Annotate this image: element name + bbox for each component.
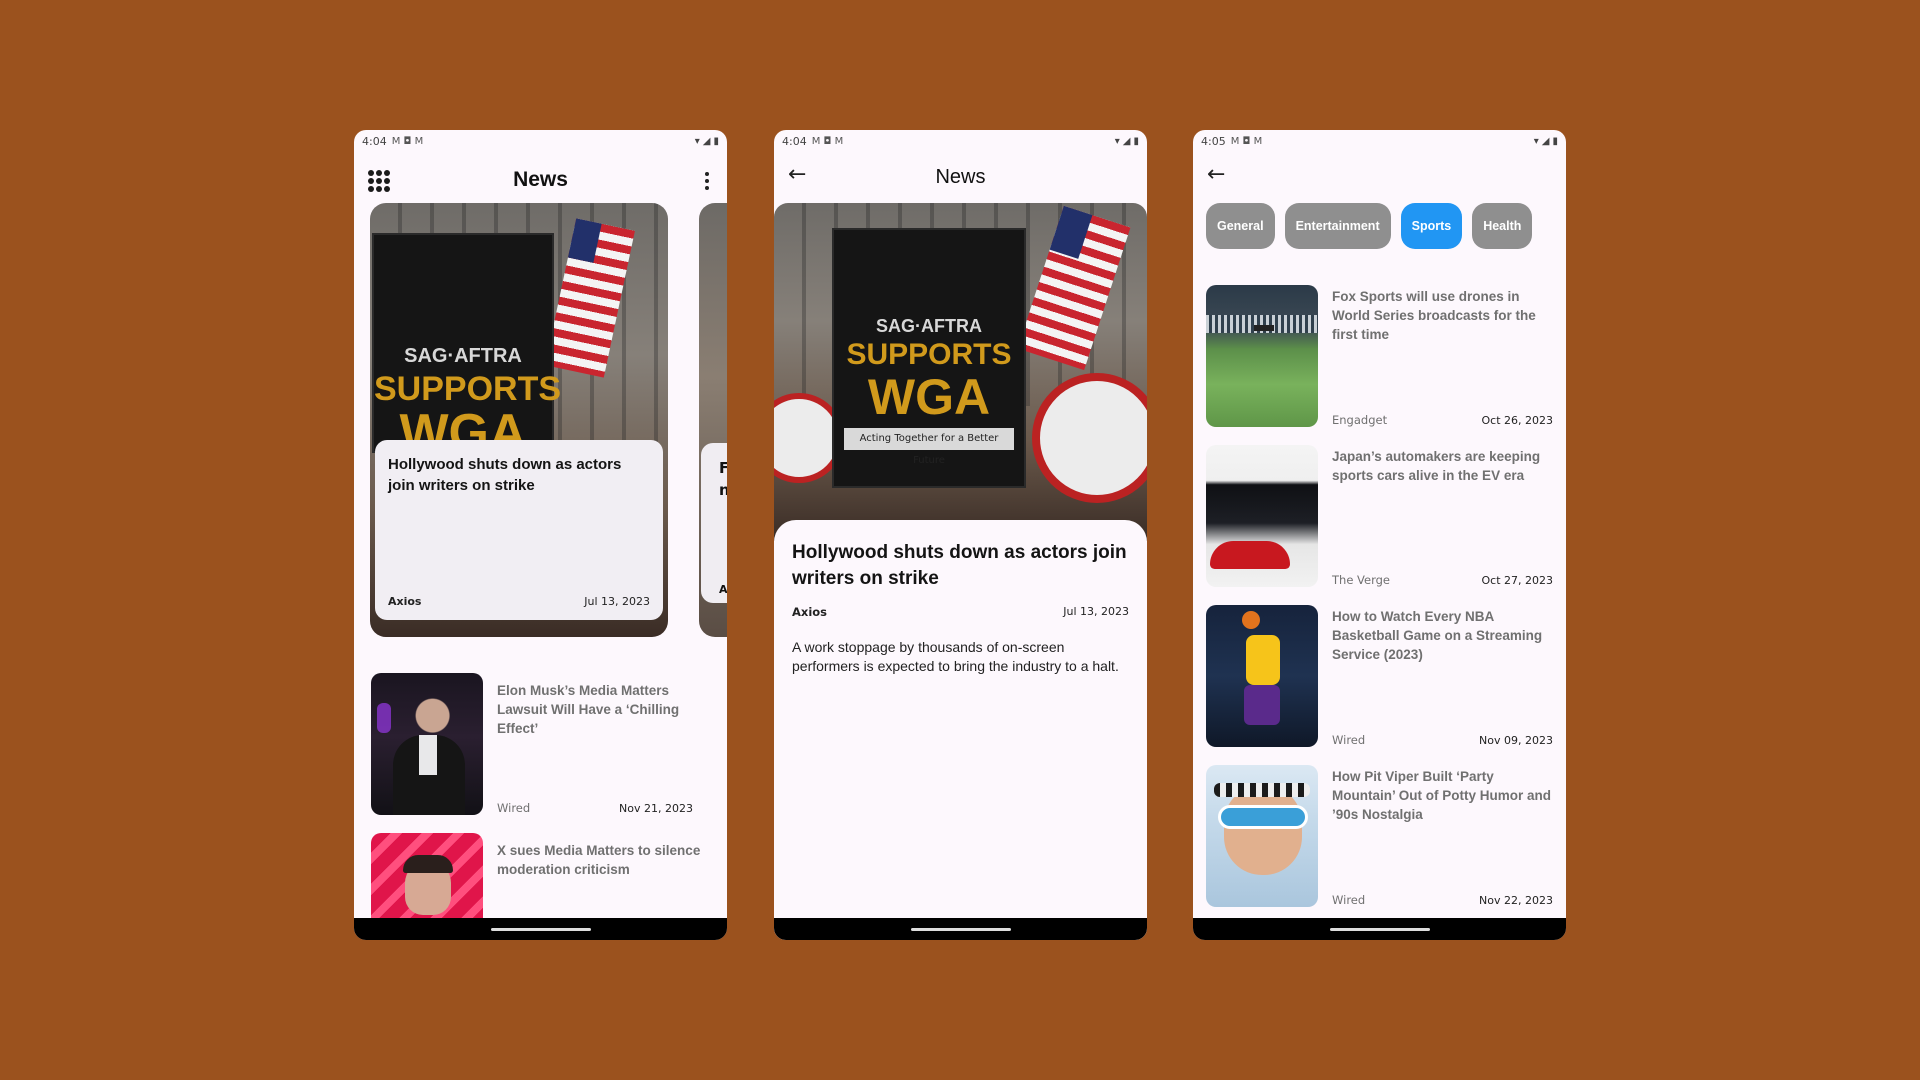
headline-panel: Hollywood shuts down as actors join writ… xyxy=(375,440,663,620)
article-source: Wired xyxy=(1332,893,1366,907)
article-panel: Hollywood shuts down as actors join writ… xyxy=(774,520,1147,940)
article-date: Oct 27, 2023 xyxy=(1481,574,1554,587)
article-title: Elon Musk’s Media Matters Lawsuit Will H… xyxy=(497,683,680,736)
status-time: 4:04 xyxy=(362,134,387,148)
headline-title: Hollywood shuts down as actors join writ… xyxy=(388,456,622,494)
list-item[interactable]: How to Watch Every NBA Basketball Game o… xyxy=(1206,605,1553,747)
article-title: X sues Media Matters to silence moderati… xyxy=(497,843,701,877)
article-title: Fox Sports will use drones in World Seri… xyxy=(1332,289,1536,342)
list-item[interactable]: Elon Musk’s Media Matters Lawsuit Will H… xyxy=(371,673,711,815)
wifi-icon: ▾ xyxy=(1114,135,1120,147)
chip-general[interactable]: General xyxy=(1206,203,1275,249)
battery-icon: ▮ xyxy=(1133,135,1139,147)
article-source: Wired xyxy=(1332,733,1366,747)
article-thumbnail xyxy=(371,673,483,815)
article-thumbnail xyxy=(1206,445,1318,587)
page-title: News xyxy=(513,168,568,191)
signal-icon: ◢ xyxy=(1541,135,1550,147)
list-item[interactable]: Fox Sports will use drones in World Seri… xyxy=(1206,285,1553,427)
article-date: Nov 22, 2023 xyxy=(1479,894,1553,907)
battery-icon: ▮ xyxy=(713,135,719,147)
notification-icons: M ◘ M xyxy=(1230,135,1263,147)
status-time: 4:04 xyxy=(782,134,807,148)
system-nav-bar xyxy=(1193,918,1566,940)
article-date: Jul 13, 2023 xyxy=(1063,605,1129,618)
home-handle[interactable] xyxy=(490,928,591,931)
notification-icons: M ◘ M xyxy=(391,135,424,147)
system-nav-bar xyxy=(774,918,1147,940)
list-item[interactable]: How Pit Viper Built ‘Party Mountain’ Out… xyxy=(1206,765,1553,907)
more-options-icon[interactable] xyxy=(705,172,709,190)
article-title: How Pit Viper Built ‘Party Mountain’ Out… xyxy=(1332,769,1551,822)
protest-sign: SAG·AFTRA SUPPORTS WGA Acting Together f… xyxy=(832,228,1026,488)
article-title: Hollywood shuts down as actors join writ… xyxy=(792,542,1127,589)
back-arrow-icon[interactable]: ← xyxy=(1207,162,1225,187)
chip-entertainment[interactable]: Entertainment xyxy=(1284,203,1391,249)
signal-icon: ◢ xyxy=(702,135,711,147)
article-source: Engadget xyxy=(1332,413,1388,427)
home-handle[interactable] xyxy=(1329,928,1430,931)
article-date: Nov 09, 2023 xyxy=(1479,734,1553,747)
headline-source: Axios xyxy=(388,595,422,608)
article-title: How to Watch Every NBA Basketball Game o… xyxy=(1332,609,1543,662)
article-thumbnail xyxy=(1206,765,1318,907)
headline-date: Jul 13, 2023 xyxy=(584,595,650,608)
category-chips: General Entertainment Sports Health xyxy=(1206,203,1553,249)
phone-home-screen: 4:04 M ◘ M ▾ ◢ ▮ News SAG·AFTRA SUPPORTS… xyxy=(354,130,727,940)
article-source: Wired xyxy=(497,801,531,815)
system-nav-bar xyxy=(354,918,727,940)
protest-sign: SAG·AFTRA SUPPORTS WGA xyxy=(372,233,561,462)
status-bar: 4:04 M ◘ M ▾ ◢ ▮ xyxy=(774,130,1147,152)
phone-detail-screen: 4:04 M ◘ M ▾ ◢ ▮ ← News SAG·AFTRA SUPPOR… xyxy=(774,130,1147,940)
article-title: Japan’s automakers are keeping sports ca… xyxy=(1332,449,1541,483)
home-handle[interactable] xyxy=(910,928,1011,931)
chip-health[interactable]: Health xyxy=(1472,203,1533,249)
status-time: 4:05 xyxy=(1201,134,1226,148)
page-title: News xyxy=(935,166,986,188)
headline-card[interactable]: SAG·AFTRA SUPPORTS WGA Hollywood shuts d… xyxy=(370,203,668,637)
article-source: Axios xyxy=(792,605,828,619)
article-image: SAG·AFTRA SUPPORTS WGA Acting Together f… xyxy=(774,203,1147,541)
list-item[interactable]: Japan’s automakers are keeping sports ca… xyxy=(1206,445,1553,587)
wifi-icon: ▾ xyxy=(694,135,700,147)
article-date: Nov 21, 2023 xyxy=(619,802,693,815)
phone-category-screen: 4:05 M ◘ M ▾ ◢ ▮ ← General Entertainment… xyxy=(1193,130,1566,940)
chip-sports[interactable]: Sports xyxy=(1400,203,1463,249)
status-bar: 4:04 M ◘ M ▾ ◢ ▮ xyxy=(354,130,727,152)
wifi-icon: ▾ xyxy=(1533,135,1539,147)
next-headline-card[interactable]: F n A xyxy=(699,203,727,637)
signal-icon: ◢ xyxy=(1122,135,1131,147)
article-date: Oct 26, 2023 xyxy=(1481,414,1554,427)
article-thumbnail xyxy=(1206,605,1318,747)
top-app-bar: News xyxy=(354,162,727,202)
article-thumbnail xyxy=(1206,285,1318,427)
article-source: The Verge xyxy=(1332,573,1390,587)
status-bar: 4:05 M ◘ M ▾ ◢ ▮ xyxy=(1193,130,1566,152)
battery-icon: ▮ xyxy=(1552,135,1558,147)
article-description: A work stoppage by thousands of on-scree… xyxy=(792,639,1119,674)
notification-icons: M ◘ M xyxy=(811,135,844,147)
